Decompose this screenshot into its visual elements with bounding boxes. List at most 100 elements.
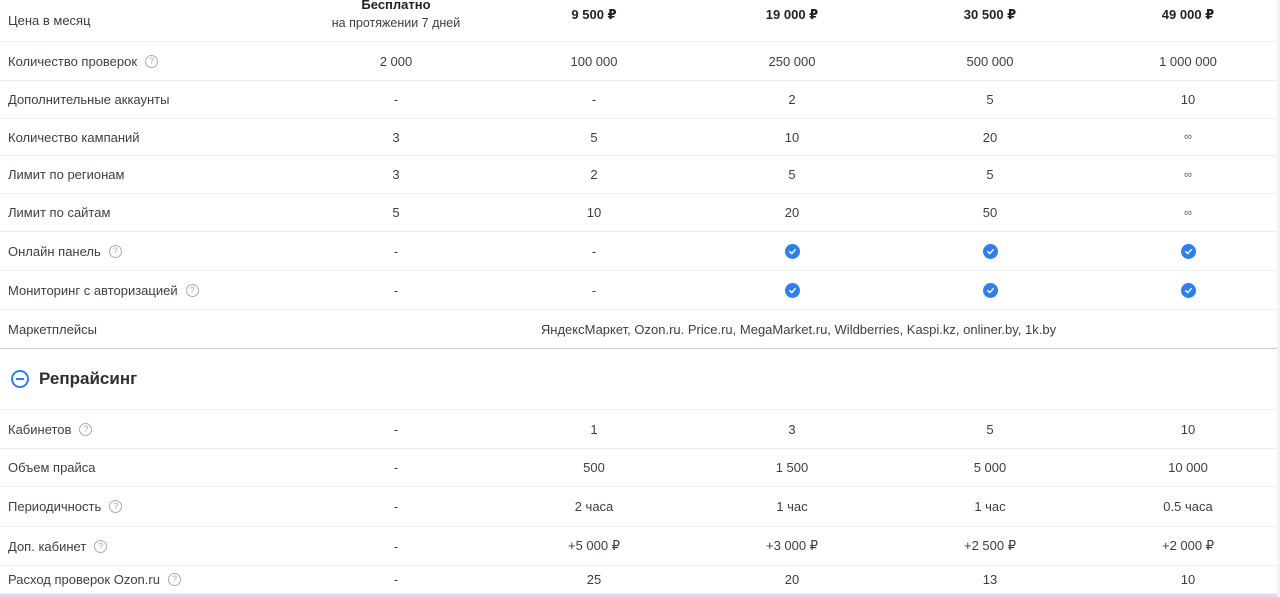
included-check-icon [1098, 271, 1278, 309]
row-value: 2 [702, 81, 882, 118]
row-value-text: ∞ [1184, 168, 1192, 181]
row-value: 2 часа [504, 487, 684, 526]
row-value: 3 [306, 156, 486, 193]
row-value-text: 10 [586, 205, 602, 220]
help-icon[interactable]: ? [167, 573, 181, 586]
row-value: 5 [900, 156, 1080, 193]
row-value-text: 20 [784, 205, 800, 220]
row-value-text: 5 [392, 205, 400, 220]
row-value: - [504, 81, 684, 118]
row-label-text: Лимит по сайтам [8, 205, 111, 220]
price-row-label: Цена в месяц [8, 13, 91, 28]
row-value: 10 [1098, 410, 1278, 448]
row-value: - [306, 566, 486, 593]
marketplaces-row: Маркетплейсы ЯндексМаркет, Ozon.ru. Pric… [0, 310, 1280, 348]
free-plan-title: Бесплатно [361, 0, 431, 12]
table-row: Количество кампаний 3 5 10 20 ∞ [0, 119, 1280, 156]
row-value: 2 [504, 156, 684, 193]
table-row: Онлайн панель? - - [0, 232, 1280, 271]
row-value: 10 000 [1098, 449, 1278, 486]
row-value-text: - [393, 92, 399, 107]
row-value: 10 [1098, 566, 1278, 593]
minus-circle-icon[interactable] [11, 370, 29, 388]
row-value: 10 [1098, 81, 1278, 118]
row-value-text: 2 часа [574, 499, 614, 514]
help-icon[interactable]: ? [185, 283, 199, 297]
row-value-text: - [393, 460, 399, 475]
row-value: - [306, 527, 486, 565]
repricing-section-header[interactable]: Репрайсинг [0, 348, 1280, 410]
included-check-icon [702, 271, 882, 309]
row-value-text: 1 час [776, 499, 808, 514]
row-value-text: +2 500 ₽ [963, 538, 1016, 553]
row-label-text: Мониторинг с авторизацией [8, 282, 178, 298]
row-value-text: 1 [590, 421, 598, 437]
row-value-text: - [393, 499, 399, 514]
help-icon[interactable]: ? [145, 54, 159, 68]
table-row: Лимит по сайтам 5 10 20 50 ∞ [0, 194, 1280, 232]
check-circle-icon [982, 243, 998, 259]
row-value: 100 000 [504, 42, 684, 80]
help-icon[interactable]: ? [108, 244, 122, 258]
row-value-text: ∞ [1184, 206, 1192, 219]
included-check-icon [900, 271, 1080, 309]
row-value-text: - [591, 92, 597, 107]
row-value: 10 [504, 194, 684, 231]
row-label-text: Кабинетов [8, 421, 72, 437]
row-label-text: Количество кампаний [8, 129, 140, 145]
included-check-icon [1098, 232, 1278, 270]
plan-price-5: 49 000 ₽ [1161, 7, 1215, 22]
row-value: 1 500 [702, 449, 882, 486]
row-value-text: 10 [1180, 421, 1196, 437]
row-value-text: 5 [986, 421, 994, 437]
table-row: Периодичность? - 2 часа 1 час 1 час 0.5 часа [0, 487, 1280, 527]
plan-price-3: 19 000 ₽ [765, 7, 819, 22]
row-value-text: 3 [788, 421, 796, 437]
row-value-text: 5 000 [973, 460, 1007, 475]
row-value-text: 2 [590, 167, 598, 182]
row-value-text: 10 [1180, 92, 1196, 107]
row-value-text: 0.5 часа [1163, 499, 1213, 514]
row-value: 1 час [900, 487, 1080, 526]
row-label: Расход проверок Ozon.ru? [8, 566, 181, 593]
row-value: - [504, 271, 684, 309]
row-value: 5 [900, 81, 1080, 118]
help-icon[interactable]: ? [109, 500, 123, 513]
table-row: Лимит по регионам 3 2 5 5 ∞ [0, 156, 1280, 194]
row-label: Количество проверок? [8, 42, 159, 80]
help-icon[interactable]: ? [79, 422, 93, 436]
row-label-text: Лимит по регионам [8, 167, 125, 182]
plan-price-2: 9 500 ₽ [571, 7, 617, 22]
included-check-icon [900, 232, 1080, 270]
repricing-section-title: Репрайсинг [39, 369, 138, 388]
row-value: 13 [900, 566, 1080, 593]
row-value-text: +5 000 ₽ [567, 538, 620, 553]
row-value: - [306, 449, 486, 486]
row-value: 2 000 [306, 42, 486, 80]
row-label: Объем прайса [8, 449, 96, 486]
row-value-text: 100 000 [570, 53, 618, 69]
row-value-text: 500 [583, 460, 605, 475]
row-label-text: Объем прайса [8, 460, 96, 475]
row-value: ∞ [1098, 156, 1278, 193]
row-label: Количество кампаний [8, 119, 140, 155]
row-value-text: +2 000 ₽ [1161, 538, 1214, 553]
row-value: 3 [702, 410, 882, 448]
help-icon[interactable]: ? [94, 539, 108, 553]
check-circle-icon [982, 282, 998, 298]
row-value: 500 [504, 449, 684, 486]
row-value: 5 000 [900, 449, 1080, 486]
table-row: Расход проверок Ozon.ru? - 25 20 13 10 [0, 566, 1280, 594]
row-value-text: - [393, 421, 399, 437]
check-circle-icon [1180, 243, 1196, 259]
row-label: Мониторинг с авторизацией? [8, 271, 199, 309]
row-value-text: 10 000 [1168, 460, 1208, 475]
row-value: +3 000 ₽ [702, 527, 882, 565]
row-value-text: 5 [986, 167, 994, 182]
table-row: Объем прайса - 500 1 500 5 000 10 000 [0, 449, 1280, 487]
row-value: 250 000 [702, 42, 882, 80]
row-value-text: 1 000 000 [1159, 53, 1217, 69]
included-check-icon [702, 232, 882, 270]
row-label-text: Доп. кабинет [8, 538, 87, 554]
row-value: 3 [306, 119, 486, 155]
